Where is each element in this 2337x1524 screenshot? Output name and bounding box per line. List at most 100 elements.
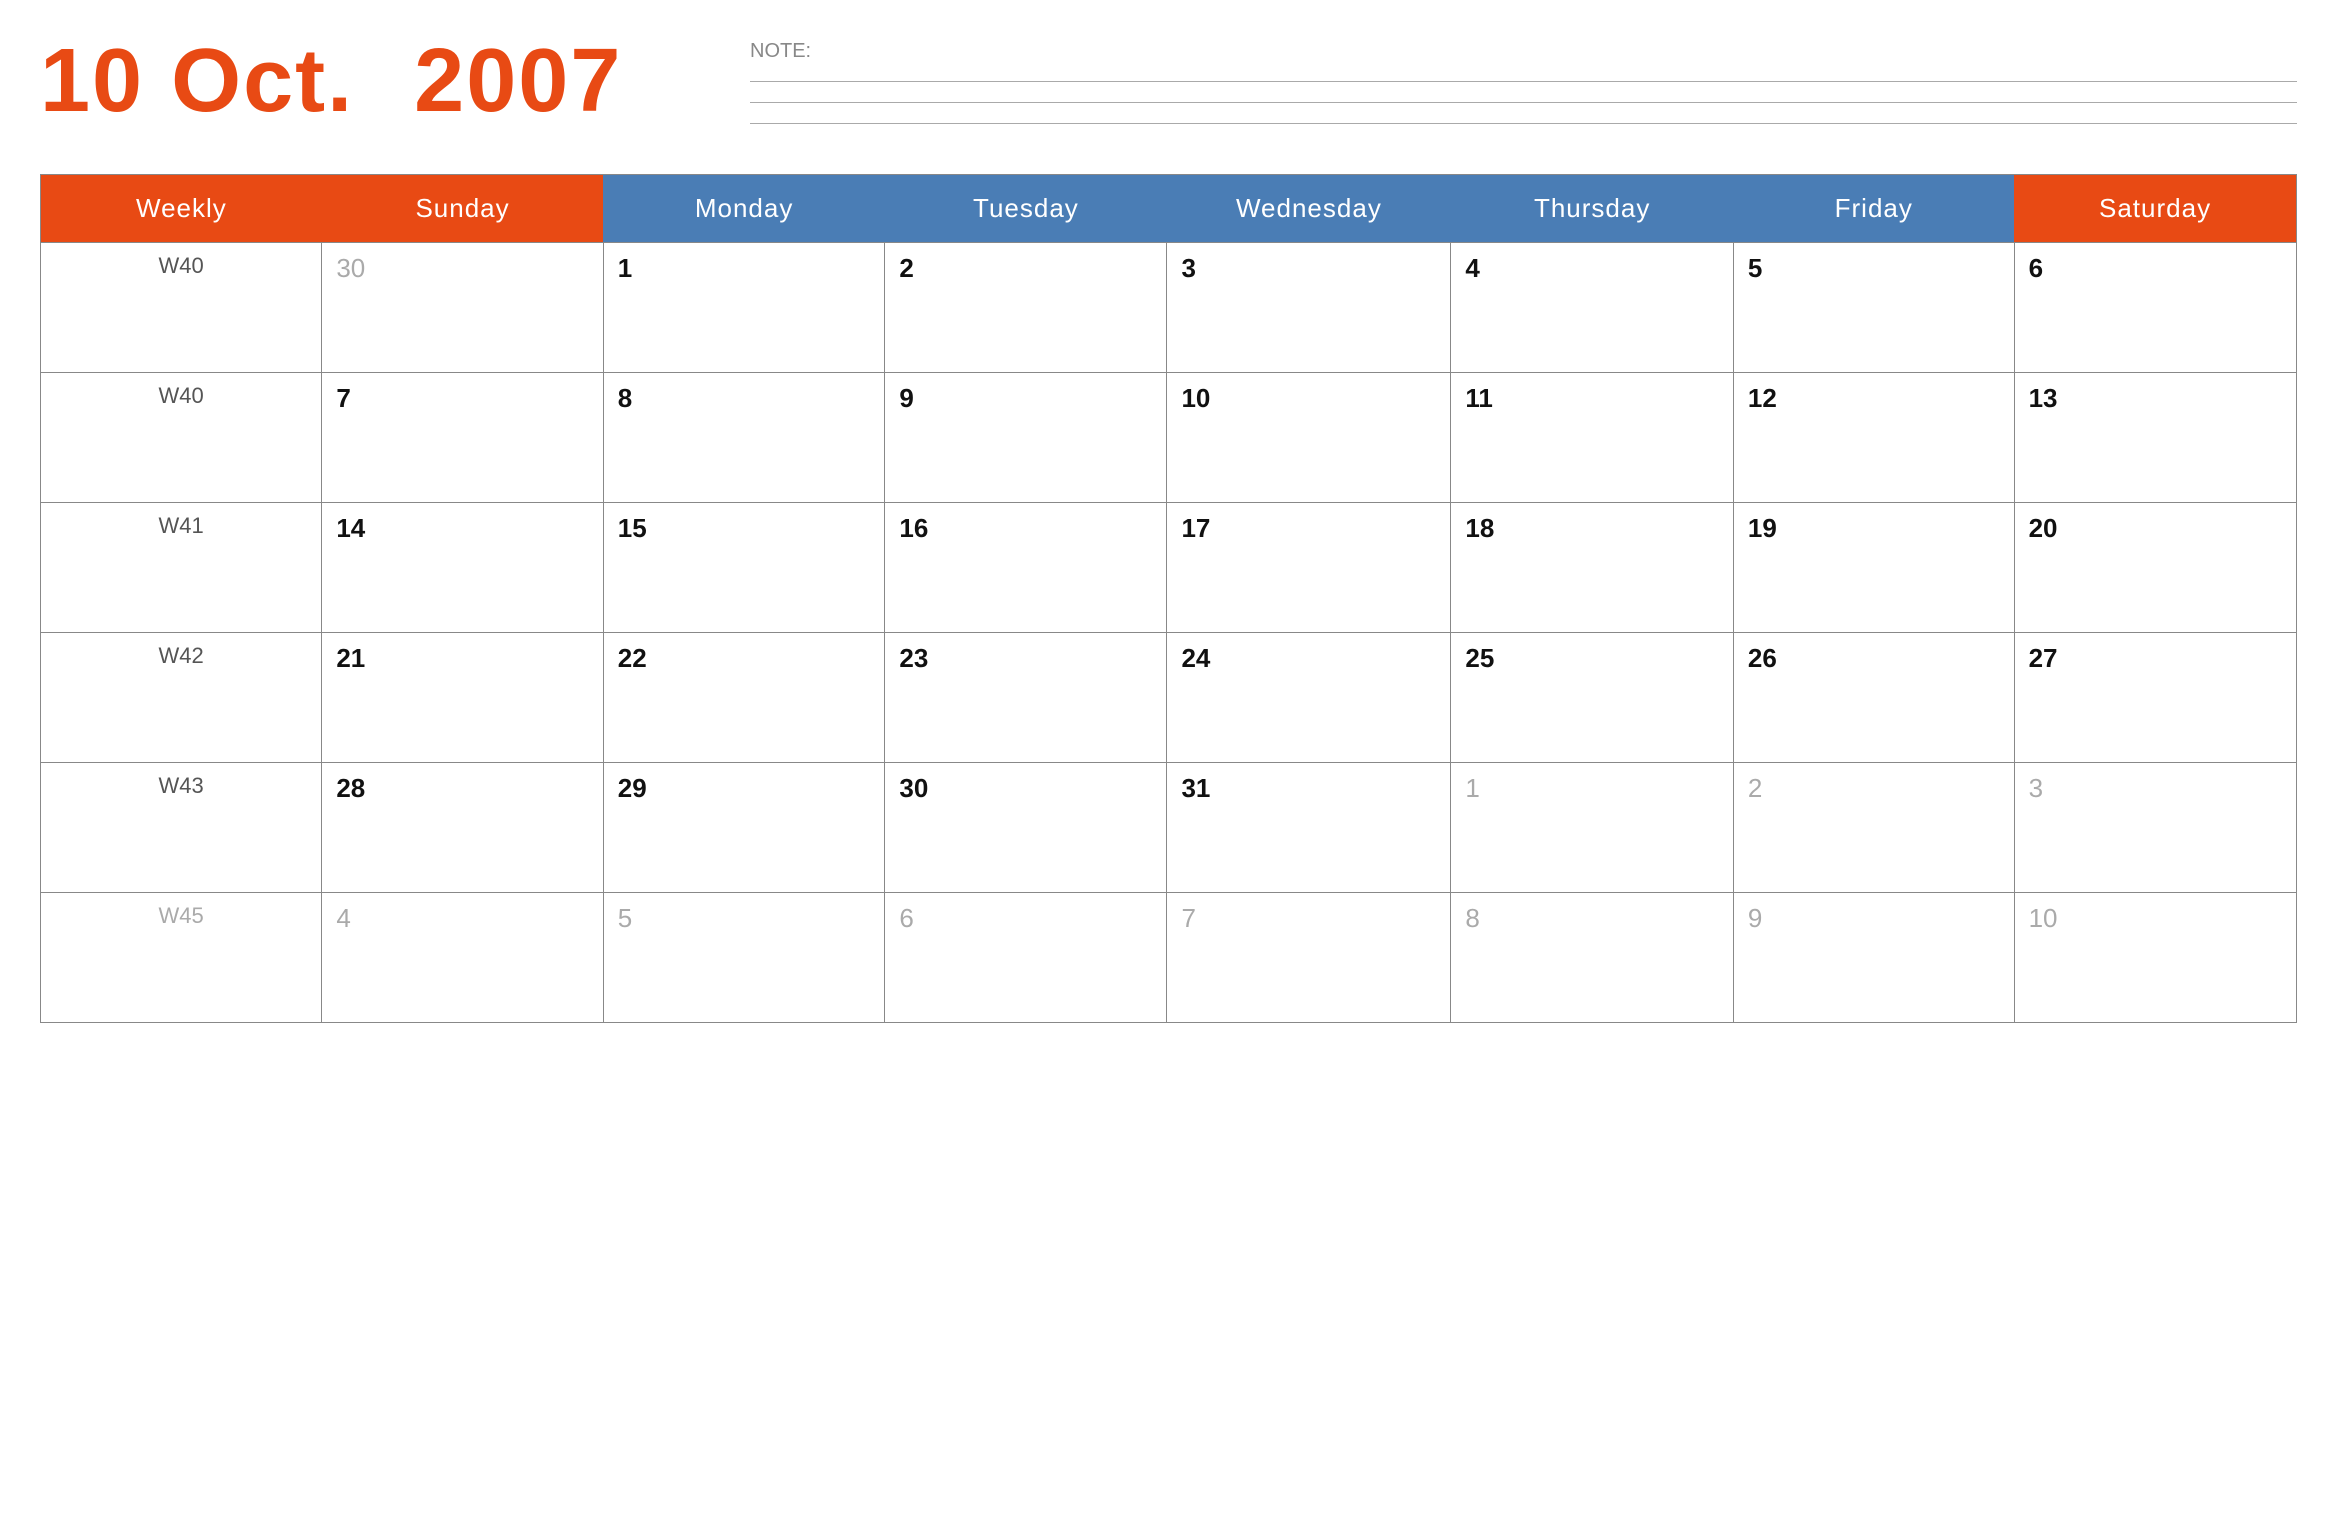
week-label: W40 — [159, 383, 204, 408]
day-cell: 31 — [1167, 763, 1451, 893]
day-cell: 2 — [1733, 763, 2014, 893]
day-cell: 3 — [2014, 763, 2296, 893]
day-number: 14 — [336, 513, 365, 543]
col-friday: Friday — [1733, 175, 2014, 243]
day-number: 7 — [336, 383, 350, 413]
note-line-1 — [750, 81, 2297, 82]
day-cell: 7 — [322, 373, 603, 503]
calendar-row: W42 21 22 23 24 25 26 27 — [41, 633, 2297, 763]
day-cell: 4 — [322, 893, 603, 1023]
month-day: 10 Oct. — [40, 30, 354, 133]
calendar-row: W43 28 29 30 31 1 2 3 — [41, 763, 2297, 893]
calendar-table: Weekly Sunday Monday Tuesday Wednesday T… — [40, 174, 2297, 1023]
year: 2007 — [414, 30, 622, 133]
week-label: W45 — [159, 903, 204, 928]
day-number: 22 — [618, 643, 647, 673]
week-cell: W45 — [41, 893, 322, 1023]
col-saturday: Saturday — [2014, 175, 2296, 243]
note-label: NOTE: — [750, 40, 2297, 63]
day-number: 16 — [899, 513, 928, 543]
week-cell: W41 — [41, 503, 322, 633]
day-cell: 20 — [2014, 503, 2296, 633]
day-number: 4 — [1465, 253, 1479, 283]
day-cell: 30 — [885, 763, 1167, 893]
day-number: 10 — [2029, 903, 2058, 933]
day-cell: 22 — [603, 633, 885, 763]
day-cell: 17 — [1167, 503, 1451, 633]
day-number: 17 — [1181, 513, 1210, 543]
day-number: 23 — [899, 643, 928, 673]
day-number: 24 — [1181, 643, 1210, 673]
day-number: 1 — [1465, 773, 1479, 803]
day-number: 7 — [1181, 903, 1195, 933]
day-number: 3 — [2029, 773, 2043, 803]
day-cell: 1 — [603, 243, 885, 373]
week-cell: W40 — [41, 373, 322, 503]
day-cell: 8 — [603, 373, 885, 503]
calendar-row: W45 45 6 7 8 9 10 — [41, 893, 2297, 1023]
day-number: 25 — [1465, 643, 1494, 673]
day-cell: 12 — [1733, 373, 2014, 503]
day-number: 19 — [1748, 513, 1777, 543]
day-number: 5 — [618, 903, 632, 933]
day-cell: 4 — [1451, 243, 1734, 373]
day-number: 6 — [899, 903, 913, 933]
day-cell: 15 — [603, 503, 885, 633]
day-number: 2 — [899, 253, 913, 283]
day-cell: 29 — [603, 763, 885, 893]
day-cell: 5 — [1733, 243, 2014, 373]
day-number: 31 — [1181, 773, 1210, 803]
day-number: 3 — [1181, 253, 1195, 283]
day-cell: 8 — [1451, 893, 1734, 1023]
week-cell: W40 — [41, 243, 322, 373]
day-number: 13 — [2029, 383, 2058, 413]
day-number: 6 — [2029, 253, 2043, 283]
day-cell: 9 — [1733, 893, 2014, 1023]
calendar-header-row: Weekly Sunday Monday Tuesday Wednesday T… — [41, 175, 2297, 243]
day-number: 12 — [1748, 383, 1777, 413]
day-number: 30 — [899, 773, 928, 803]
day-cell: 24 — [1167, 633, 1451, 763]
day-number: 8 — [618, 383, 632, 413]
col-wednesday: Wednesday — [1167, 175, 1451, 243]
day-cell: 16 — [885, 503, 1167, 633]
day-number: 30 — [336, 253, 365, 283]
week-cell: W42 — [41, 633, 322, 763]
day-number: 8 — [1465, 903, 1479, 933]
day-cell: 21 — [322, 633, 603, 763]
week-label: W42 — [159, 643, 204, 668]
day-cell: 27 — [2014, 633, 2296, 763]
week-label: W41 — [159, 513, 204, 538]
day-cell: 6 — [885, 893, 1167, 1023]
day-number: 21 — [336, 643, 365, 673]
day-cell: 10 — [1167, 373, 1451, 503]
day-number: 26 — [1748, 643, 1777, 673]
col-thursday: Thursday — [1451, 175, 1734, 243]
note-line-2 — [750, 102, 2297, 103]
day-cell: 2 — [885, 243, 1167, 373]
week-label: W40 — [159, 253, 204, 278]
day-cell: 11 — [1451, 373, 1734, 503]
col-sunday: Sunday — [322, 175, 603, 243]
day-cell: 9 — [885, 373, 1167, 503]
day-number: 27 — [2029, 643, 2058, 673]
note-line-3 — [750, 123, 2297, 124]
day-cell: 10 — [2014, 893, 2296, 1023]
calendar-row: W4030123456 — [41, 243, 2297, 373]
day-number: 2 — [1748, 773, 1762, 803]
day-cell: 23 — [885, 633, 1167, 763]
calendar-row: W41 14 15 16 17 18 19 20 — [41, 503, 2297, 633]
day-cell: 28 — [322, 763, 603, 893]
day-cell: 1 — [1451, 763, 1734, 893]
calendar-row: W40 7 8 910 11 12 13 — [41, 373, 2297, 503]
day-cell: 14 — [322, 503, 603, 633]
day-number: 11 — [1465, 383, 1493, 413]
note-section: NOTE: — [720, 30, 2297, 144]
day-cell: 13 — [2014, 373, 2296, 503]
page-header: 10 Oct. 2007 NOTE: — [40, 30, 2297, 144]
day-number: 18 — [1465, 513, 1494, 543]
day-cell: 19 — [1733, 503, 2014, 633]
day-number: 9 — [1748, 903, 1762, 933]
day-number: 29 — [618, 773, 647, 803]
week-label: W43 — [159, 773, 204, 798]
